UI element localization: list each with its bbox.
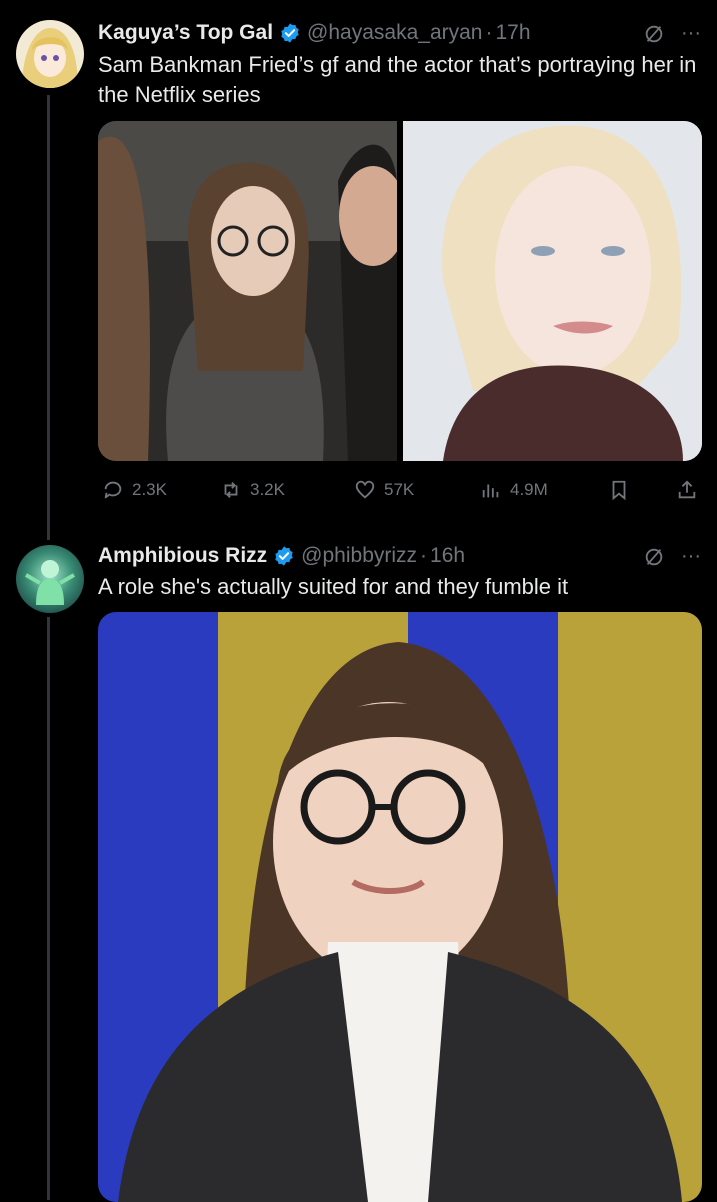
retweet-count: 3.2K [250, 480, 285, 499]
bookmark-icon [612, 480, 626, 501]
reply-button[interactable]: 2.3K [102, 479, 167, 501]
avatar[interactable] [16, 20, 84, 88]
display-name[interactable]: Kaguya’s Top Gal [98, 21, 273, 45]
verified-badge-icon [281, 23, 299, 43]
share-icon [678, 480, 696, 499]
views-icon [482, 484, 499, 498]
retweet-icon [224, 482, 238, 498]
tweet-header: Amphibious Rizz @phibbyrizz · 16h [98, 541, 465, 571]
reply-count: 2.3K [132, 480, 167, 499]
tweet-header-actions: ··· [643, 22, 701, 45]
display-name[interactable]: Amphibious Rizz [98, 544, 267, 568]
separator: · [485, 21, 493, 44]
tweet-text: A role she's actually suited for and the… [98, 574, 569, 599]
avatar[interactable] [16, 545, 84, 613]
like-icon [355, 480, 375, 499]
tweet-header: Kaguya’s Top Gal @hayasaka_aryan · 17h [98, 18, 531, 48]
timestamp[interactable]: 17h [495, 21, 530, 45]
media-photo [118, 642, 682, 1202]
bookmark-button[interactable] [608, 479, 630, 501]
grok-icon[interactable] [643, 546, 665, 568]
user-handle[interactable]: @hayasaka_aryan [307, 21, 482, 45]
thread-line [47, 617, 50, 1200]
more-icon[interactable]: ··· [681, 22, 701, 45]
separator: · [420, 544, 428, 567]
retweet-button[interactable]: 3.2K [220, 479, 285, 501]
verified-badge-icon [275, 546, 293, 566]
tweet-media[interactable] [98, 121, 702, 461]
timestamp[interactable]: 16h [430, 544, 465, 568]
views-button[interactable]: 4.9M [480, 479, 548, 501]
thread-line [47, 95, 50, 540]
media-photo[interactable] [403, 121, 702, 461]
tweet-text: Sam Bankman Fried’s gf and the actor tha… [98, 52, 697, 107]
reply-icon [104, 481, 122, 499]
views-count: 4.9M [510, 480, 548, 499]
share-button[interactable] [676, 479, 698, 501]
media-photo[interactable] [98, 121, 407, 461]
grok-icon[interactable] [643, 23, 665, 45]
like-button[interactable]: 57K [354, 479, 414, 501]
tweet-actions: 2.3K 3.2K 57K 4.9M [98, 472, 702, 508]
like-count: 57K [384, 480, 415, 499]
more-icon[interactable]: ··· [681, 545, 701, 568]
tweet-media[interactable] [98, 612, 702, 1202]
tweet-header-actions: ··· [643, 545, 701, 568]
user-handle[interactable]: @phibbyrizz [301, 544, 417, 568]
